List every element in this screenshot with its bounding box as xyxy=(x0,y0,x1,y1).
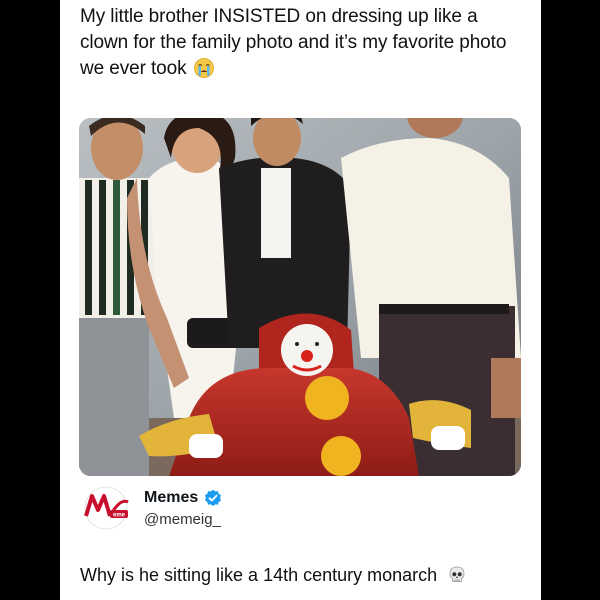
post-photo[interactable] xyxy=(79,118,521,476)
verified-badge-icon xyxy=(205,489,221,506)
caption-text: My little brother INSISTED on dressing u… xyxy=(80,6,507,79)
post-card: My little brother INSISTED on dressing u… xyxy=(60,0,541,600)
quoted-author[interactable]: eme Memes @memeig_ xyxy=(80,486,520,536)
family-photo-image xyxy=(79,118,521,476)
skull-icon xyxy=(449,566,465,582)
reply-text: Why is he sitting like a 14th century mo… xyxy=(80,565,520,586)
svg-text:eme: eme xyxy=(113,513,126,519)
author-name[interactable]: Memes xyxy=(144,489,198,507)
loudly-crying-face-icon xyxy=(193,58,214,78)
page: My little brother INSISTED on dressing u… xyxy=(0,0,600,600)
reply-text-content: Why is he sitting like a 14th century mo… xyxy=(80,565,438,585)
memes-logo-icon: eme xyxy=(84,486,129,530)
author-handle[interactable]: @memeig_ xyxy=(144,511,221,528)
post-caption: My little brother INSISTED on dressing u… xyxy=(80,4,530,82)
